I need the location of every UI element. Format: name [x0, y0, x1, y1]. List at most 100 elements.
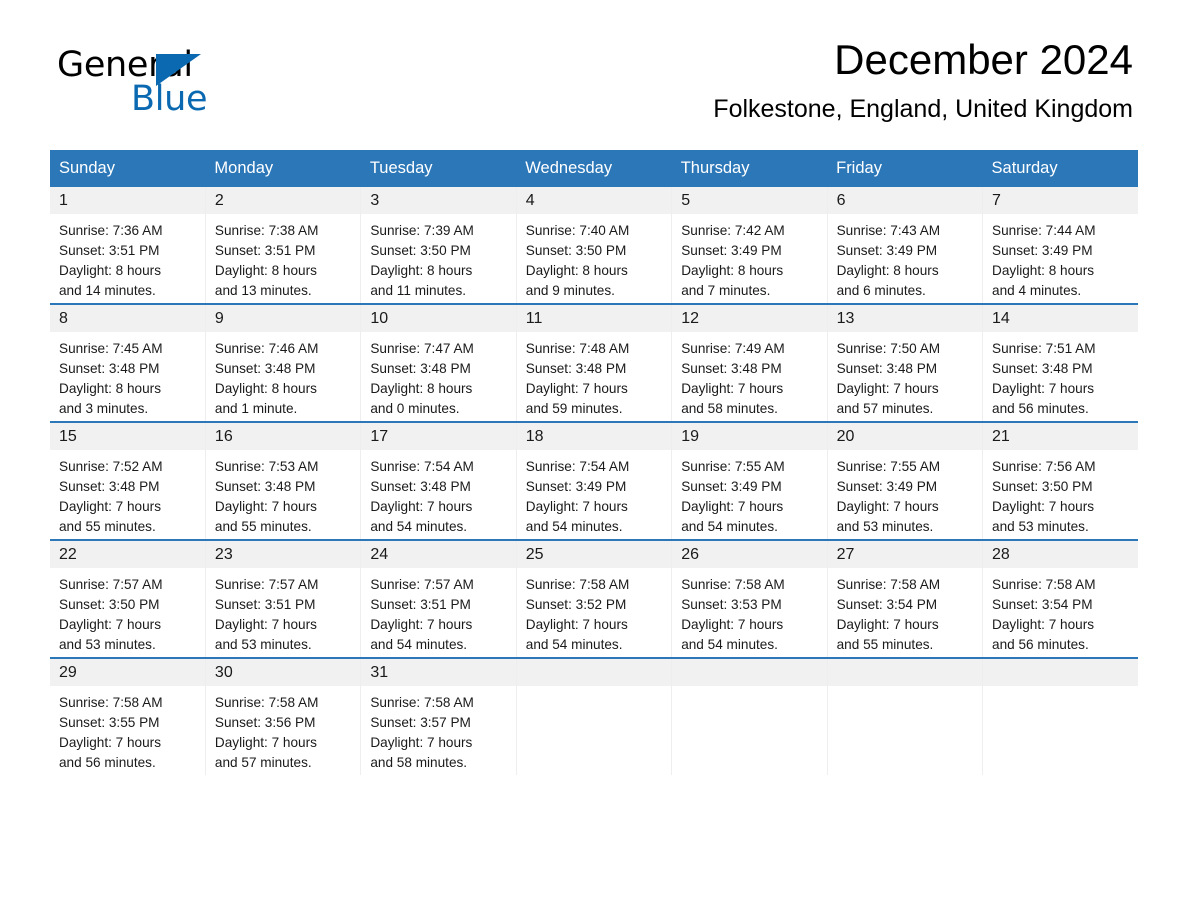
- day-number: 8: [50, 305, 205, 332]
- calendar-day-cell[interactable]: [982, 657, 1138, 775]
- day-cell[interactable]: 29 Sunrise: 7:58 AM Sunset: 3:55 PM Dayligh…: [50, 659, 205, 775]
- calendar-day-cell[interactable]: 10 Sunrise: 7:47 AM Sunset: 3:48 PM Dayligh…: [360, 303, 517, 422]
- calendar-day-cell[interactable]: 3 Sunrise: 7:39 AM Sunset: 3:50 PM Daylight…: [360, 187, 517, 304]
- day-cell[interactable]: 2 Sunrise: 7:38 AM Sunset: 3:51 PM Daylight…: [205, 187, 361, 303]
- calendar-day-cell[interactable]: 8 Sunrise: 7:45 AM Sunset: 3:48 PM Daylight…: [50, 303, 206, 422]
- day-cell[interactable]: 16 Sunrise: 7:53 AM Sunset: 3:48 PM Dayligh…: [205, 423, 361, 539]
- daylight-text-line2: and 55 minutes.: [59, 519, 156, 534]
- sunrise-text: Sunrise: 7:55 AM: [836, 459, 941, 474]
- day-cell[interactable]: 12 Sunrise: 7:49 AM Sunset: 3:48 PM Dayligh…: [672, 305, 827, 421]
- calendar-day-cell[interactable]: 11 Sunrise: 7:48 AM Sunset: 3:48 PM Dayligh…: [516, 303, 673, 422]
- calendar-day-cell[interactable]: 17 Sunrise: 7:54 AM Sunset: 3:48 PM Dayligh…: [360, 421, 517, 540]
- day-cell[interactable]: 20 Sunrise: 7:55 AM Sunset: 3:49 PM Dayligh…: [827, 423, 983, 539]
- day-number: 2: [205, 187, 361, 214]
- calendar-week-row: 29 Sunrise: 7:58 AM Sunset: 3:55 PM Dayligh…: [50, 657, 1138, 775]
- calendar-day-cell[interactable]: 21 Sunrise: 7:56 AM Sunset: 3:50 PM Dayligh…: [982, 421, 1138, 540]
- sunrise-text: Sunrise: 7:57 AM: [59, 577, 163, 592]
- weekday-header-thursday: Thursday: [671, 150, 828, 187]
- daylight-text-line1: Daylight: 7 hours: [992, 617, 1095, 632]
- calendar-day-cell[interactable]: 6 Sunrise: 7:43 AM Sunset: 3:49 PM Daylight…: [827, 187, 984, 304]
- daylight-text-line2: and 53 minutes.: [59, 637, 156, 652]
- day-cell[interactable]: 18 Sunrise: 7:54 AM Sunset: 3:49 PM Dayligh…: [516, 423, 672, 539]
- day-cell-empty: [516, 659, 672, 775]
- day-cell[interactable]: 6 Sunrise: 7:43 AM Sunset: 3:49 PM Daylight…: [827, 187, 983, 303]
- day-details: Sunrise: 7:56 AM Sunset: 3:50 PM Daylight:…: [983, 450, 1138, 537]
- calendar-day-cell[interactable]: 30 Sunrise: 7:58 AM Sunset: 3:56 PM Dayligh…: [205, 657, 362, 775]
- calendar-day-cell[interactable]: [827, 657, 984, 775]
- sunrise-text: Sunrise: 7:54 AM: [525, 459, 630, 474]
- calendar-day-cell[interactable]: 22 Sunrise: 7:57 AM Sunset: 3:50 PM Dayligh…: [50, 539, 206, 658]
- day-cell[interactable]: 14 Sunrise: 7:51 AM Sunset: 3:48 PM Dayligh…: [983, 305, 1138, 421]
- day-details: Sunrise: 7:46 AM Sunset: 3:48 PM Daylight:…: [206, 332, 360, 419]
- day-cell[interactable]: 31 Sunrise: 7:58 AM Sunset: 3:57 PM Dayligh…: [361, 659, 516, 775]
- daylight-text-line2: and 54 minutes.: [525, 637, 623, 652]
- calendar-day-cell[interactable]: 12 Sunrise: 7:49 AM Sunset: 3:48 PM Dayligh…: [671, 303, 828, 422]
- day-number: 5: [672, 187, 827, 214]
- calendar-day-cell[interactable]: 4 Sunrise: 7:40 AM Sunset: 3:50 PM Daylight…: [516, 187, 673, 304]
- day-number: 9: [205, 305, 361, 332]
- calendar-day-cell[interactable]: 23 Sunrise: 7:57 AM Sunset: 3:51 PM Dayligh…: [205, 539, 362, 658]
- calendar-day-cell[interactable]: 19 Sunrise: 7:55 AM Sunset: 3:49 PM Dayligh…: [671, 421, 828, 540]
- day-cell[interactable]: 19 Sunrise: 7:55 AM Sunset: 3:49 PM Dayligh…: [672, 423, 827, 539]
- calendar-day-cell[interactable]: 26 Sunrise: 7:58 AM Sunset: 3:53 PM Dayligh…: [671, 539, 828, 658]
- day-cell[interactable]: 28 Sunrise: 7:58 AM Sunset: 3:54 PM Dayligh…: [983, 541, 1138, 657]
- calendar-day-cell[interactable]: 5 Sunrise: 7:42 AM Sunset: 3:49 PM Daylight…: [671, 187, 828, 304]
- day-cell[interactable]: 25 Sunrise: 7:58 AM Sunset: 3:52 PM Dayligh…: [516, 541, 672, 657]
- day-cell[interactable]: 30 Sunrise: 7:58 AM Sunset: 3:56 PM Dayligh…: [205, 659, 361, 775]
- sunrise-text: Sunrise: 7:58 AM: [525, 577, 630, 592]
- calendar-day-cell[interactable]: 7 Sunrise: 7:44 AM Sunset: 3:49 PM Daylight…: [983, 187, 1138, 304]
- calendar-day-cell[interactable]: 24 Sunrise: 7:57 AM Sunset: 3:51 PM Dayligh…: [360, 539, 517, 658]
- calendar-day-cell[interactable]: 2 Sunrise: 7:38 AM Sunset: 3:51 PM Daylight…: [205, 187, 362, 304]
- day-cell[interactable]: 7 Sunrise: 7:44 AM Sunset: 3:49 PM Daylight…: [983, 187, 1138, 303]
- calendar-day-cell[interactable]: 16 Sunrise: 7:53 AM Sunset: 3:48 PM Dayligh…: [205, 421, 362, 540]
- daylight-text-line1: Daylight: 7 hours: [525, 499, 628, 514]
- daylight-text-line1: Daylight: 8 hours: [59, 381, 162, 396]
- day-cell[interactable]: 17 Sunrise: 7:54 AM Sunset: 3:48 PM Dayligh…: [361, 423, 516, 539]
- day-cell[interactable]: 23 Sunrise: 7:57 AM Sunset: 3:51 PM Dayligh…: [205, 541, 361, 657]
- day-cell[interactable]: 24 Sunrise: 7:57 AM Sunset: 3:51 PM Dayligh…: [361, 541, 516, 657]
- sunset-text: Sunset: 3:55 PM: [59, 715, 160, 730]
- day-cell[interactable]: 22 Sunrise: 7:57 AM Sunset: 3:50 PM Dayligh…: [50, 541, 205, 657]
- calendar-day-cell[interactable]: 15 Sunrise: 7:52 AM Sunset: 3:48 PM Dayligh…: [50, 421, 206, 540]
- day-cell[interactable]: 5 Sunrise: 7:42 AM Sunset: 3:49 PM Daylight…: [672, 187, 827, 303]
- day-cell[interactable]: 3 Sunrise: 7:39 AM Sunset: 3:50 PM Daylight…: [361, 187, 516, 303]
- page-subtitle: Folkestone, England, United Kingdom: [713, 95, 1133, 124]
- daylight-text-line2: and 55 minutes.: [836, 637, 934, 652]
- day-cell-empty: [672, 659, 827, 775]
- calendar-day-cell[interactable]: 20 Sunrise: 7:55 AM Sunset: 3:49 PM Dayligh…: [827, 421, 984, 540]
- calendar-day-cell[interactable]: 9 Sunrise: 7:46 AM Sunset: 3:48 PM Daylight…: [205, 303, 362, 422]
- daylight-text-line2: and 55 minutes.: [214, 519, 312, 534]
- calendar-day-cell[interactable]: 13 Sunrise: 7:50 AM Sunset: 3:48 PM Dayligh…: [827, 303, 984, 422]
- day-number: 6: [827, 187, 983, 214]
- calendar-day-cell[interactable]: [516, 657, 673, 775]
- sunrise-text: Sunrise: 7:56 AM: [992, 459, 1096, 474]
- daylight-text-line1: Daylight: 8 hours: [681, 263, 784, 278]
- day-cell[interactable]: 4 Sunrise: 7:40 AM Sunset: 3:50 PM Daylight…: [516, 187, 672, 303]
- day-cell[interactable]: 26 Sunrise: 7:58 AM Sunset: 3:53 PM Dayligh…: [672, 541, 827, 657]
- day-details: [672, 686, 826, 693]
- day-cell[interactable]: 1 Sunrise: 7:36 AM Sunset: 3:51 PM Daylight…: [50, 187, 205, 303]
- day-number: 16: [205, 423, 361, 450]
- day-cell[interactable]: 11 Sunrise: 7:48 AM Sunset: 3:48 PM Dayligh…: [516, 305, 672, 421]
- calendar-day-cell[interactable]: 14 Sunrise: 7:51 AM Sunset: 3:48 PM Dayligh…: [982, 303, 1138, 422]
- day-cell[interactable]: 8 Sunrise: 7:45 AM Sunset: 3:48 PM Daylight…: [50, 305, 205, 421]
- day-cell[interactable]: 15 Sunrise: 7:52 AM Sunset: 3:48 PM Dayligh…: [50, 423, 205, 539]
- day-cell[interactable]: 21 Sunrise: 7:56 AM Sunset: 3:50 PM Dayligh…: [983, 423, 1138, 539]
- calendar-day-cell[interactable]: 31 Sunrise: 7:58 AM Sunset: 3:57 PM Dayligh…: [360, 657, 517, 775]
- calendar-day-cell[interactable]: 18 Sunrise: 7:54 AM Sunset: 3:49 PM Dayligh…: [516, 421, 673, 540]
- day-cell[interactable]: 13 Sunrise: 7:50 AM Sunset: 3:48 PM Dayligh…: [827, 305, 983, 421]
- calendar-day-cell[interactable]: 27 Sunrise: 7:58 AM Sunset: 3:54 PM Dayligh…: [827, 539, 984, 658]
- day-cell[interactable]: 27 Sunrise: 7:58 AM Sunset: 3:54 PM Dayligh…: [827, 541, 983, 657]
- calendar-day-cell[interactable]: 28 Sunrise: 7:58 AM Sunset: 3:54 PM Dayligh…: [982, 539, 1138, 658]
- day-number: 18: [516, 423, 672, 450]
- day-details: Sunrise: 7:58 AM Sunset: 3:56 PM Daylight:…: [206, 686, 360, 773]
- calendar-day-cell[interactable]: [671, 657, 828, 775]
- day-cell[interactable]: 9 Sunrise: 7:46 AM Sunset: 3:48 PM Daylight…: [205, 305, 361, 421]
- sunrise-text: Sunrise: 7:50 AM: [836, 341, 941, 356]
- day-cell[interactable]: 10 Sunrise: 7:47 AM Sunset: 3:48 PM Dayligh…: [361, 305, 516, 421]
- calendar-day-cell[interactable]: 1 Sunrise: 7:36 AM Sunset: 3:51 PM Daylight…: [50, 187, 206, 304]
- daylight-text-line2: and 4 minutes.: [992, 283, 1082, 298]
- calendar-day-cell[interactable]: 29 Sunrise: 7:58 AM Sunset: 3:55 PM Dayligh…: [50, 657, 206, 775]
- daylight-text-line2: and 56 minutes.: [992, 637, 1089, 652]
- calendar-day-cell[interactable]: 25 Sunrise: 7:58 AM Sunset: 3:52 PM Dayligh…: [516, 539, 673, 658]
